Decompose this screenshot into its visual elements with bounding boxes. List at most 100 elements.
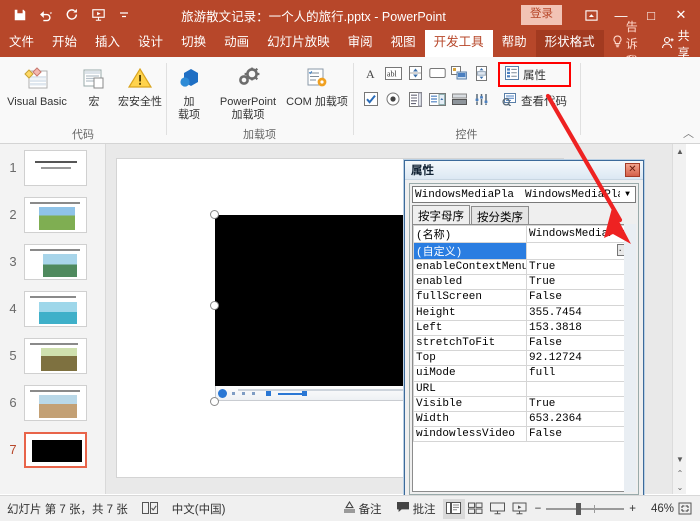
table-row[interactable]: windowlessVideo False [414,427,635,442]
zoom-value[interactable]: 46% [640,503,674,515]
tab-home[interactable]: 开始 [43,30,86,57]
view-code-button[interactable]: 查看代码 [498,90,571,111]
slide-thumbnail[interactable] [24,385,87,421]
table-row[interactable]: stretchToFit False [414,335,635,350]
table-row[interactable]: Width 653.2364 [414,411,635,426]
visual-basic-button[interactable]: Visual Basic [0,60,74,109]
tell-me-box[interactable]: 告诉我 [604,30,657,57]
tab-design[interactable]: 设计 [129,30,172,57]
property-value[interactable]: False [527,335,635,350]
accessibility-check-icon[interactable] [135,502,165,515]
chevron-up-icon[interactable]: ︿ [683,125,694,141]
property-value[interactable]: False [527,427,635,442]
tab-transitions[interactable]: 切换 [172,30,215,57]
slideshow-view-icon[interactable] [509,499,531,519]
fit-to-window-icon[interactable] [674,499,696,519]
list-item[interactable]: 5 [0,332,105,379]
property-value[interactable]: True [527,396,635,411]
redo-icon[interactable] [60,4,84,26]
slide-thumbnail[interactable] [24,338,87,374]
property-value[interactable] [527,381,635,396]
list-item[interactable]: 1 [0,144,105,191]
table-row[interactable]: (自定义) ... [414,243,635,260]
customize-qat-icon[interactable] [112,4,136,26]
property-value[interactable]: False [527,290,635,305]
property-value[interactable]: True [527,275,635,290]
close-icon[interactable]: ✕ [625,163,640,177]
close-button[interactable]: ✕ [666,0,696,30]
object-combobox[interactable]: WindowsMediaPla WindowsMediaPlayer ▼ [412,186,636,203]
tab-help[interactable]: 帮助 [493,30,536,57]
previous-button-icon[interactable] [242,392,245,395]
list-item[interactable]: 7 [0,426,105,473]
zoom-out-button[interactable]: − [535,503,542,515]
list-item[interactable]: 2 [0,191,105,238]
tab-view[interactable]: 视图 [382,30,425,57]
mute-button-icon[interactable] [266,391,271,396]
language-indicator[interactable]: 中文(中国) [165,501,233,517]
property-value[interactable]: 653.2364 [527,411,635,426]
zoom-track[interactable] [546,508,624,510]
optionbutton-control-icon[interactable] [382,86,404,112]
table-row[interactable]: Height 355.7454 [414,305,635,320]
slide-thumbnail[interactable] [24,244,87,280]
slide-thumbnail[interactable] [24,150,87,186]
table-row[interactable]: uiMode full [414,366,635,381]
table-row[interactable]: enabled True [414,275,635,290]
checkbox-control-icon[interactable] [360,86,382,112]
properties-window-titlebar[interactable]: 属性 ✕ [405,161,643,180]
undo-icon[interactable] [34,4,58,26]
slide-thumbnail-pane[interactable]: 1 2 3 4 [0,144,106,494]
canvas-vertical-scrollbar[interactable]: ▲ ▼ ⌃ ⌄ [672,144,686,494]
table-row[interactable]: (名称) WindowsMediaPlay [414,226,635,243]
tab-review[interactable]: 审阅 [339,30,382,57]
slide-thumbnail[interactable] [24,197,87,233]
ribbon-display-options-icon[interactable] [576,0,606,30]
properties-window[interactable]: 属性 ✕ WindowsMediaPla WindowsMediaPlayer … [404,160,644,500]
macro-button[interactable]: 宏 [74,60,114,109]
table-row[interactable]: enableContextMenu True [414,260,635,275]
command-button-icon[interactable] [426,60,448,86]
table-row[interactable]: Left 153.3818 [414,320,635,335]
start-slideshow-icon[interactable] [86,4,110,26]
togglebutton-control-icon[interactable] [448,86,470,112]
zoom-thumb[interactable] [576,503,581,515]
tab-slideshow[interactable]: 幻灯片放映 [258,30,339,57]
table-row[interactable]: fullScreen False [414,290,635,305]
tab-shape-format[interactable]: 形状格式 [536,30,604,57]
save-icon[interactable] [8,4,32,26]
slide-counter[interactable]: 幻灯片 第 7 张，共 7 张 [0,501,135,517]
scroll-up-icon[interactable]: ▲ [673,144,687,158]
next-button-icon[interactable] [252,392,255,395]
property-value[interactable]: WindowsMediaPlay [527,226,635,243]
share-button[interactable]: 共享 [657,30,700,57]
list-item[interactable]: 3 [0,238,105,285]
list-item[interactable]: 6 [0,379,105,426]
macro-security-button[interactable]: 宏安全性 [114,60,166,109]
notes-button[interactable]: 备注 [336,501,389,517]
com-addins-button[interactable]: COM 加载项 [285,60,349,109]
slide-sorter-view-icon[interactable] [465,499,487,519]
property-value[interactable]: True [527,260,635,275]
more-controls-icon[interactable] [470,86,492,112]
add-ins-button[interactable]: 加 载项 [167,60,211,121]
zoom-slider[interactable]: − + [531,503,640,515]
chevron-down-icon[interactable]: ▼ [620,190,635,199]
tab-animations[interactable]: 动画 [215,30,258,57]
property-value[interactable]: 355.7454 [527,305,635,320]
resize-handle-top-left[interactable] [210,210,219,219]
list-item[interactable]: 4 [0,285,105,332]
listbox-control-icon[interactable] [404,86,426,112]
tab-file[interactable]: 文件 [0,30,43,57]
next-slide-icon[interactable]: ⌄ [673,480,687,494]
slide-thumbnail-selected[interactable] [24,432,87,468]
sign-in-button[interactable]: 登录 [521,5,562,25]
property-value[interactable]: ... [527,243,635,260]
normal-view-icon[interactable] [443,499,465,519]
table-row[interactable]: URL [414,381,635,396]
powerpoint-addins-button[interactable]: PowerPoint 加载项 [211,60,285,121]
scrollbar-control-icon[interactable] [470,60,492,86]
image-control-icon[interactable] [448,60,470,86]
seek-bar[interactable] [238,389,418,391]
property-value[interactable]: 92.12724 [527,351,635,366]
